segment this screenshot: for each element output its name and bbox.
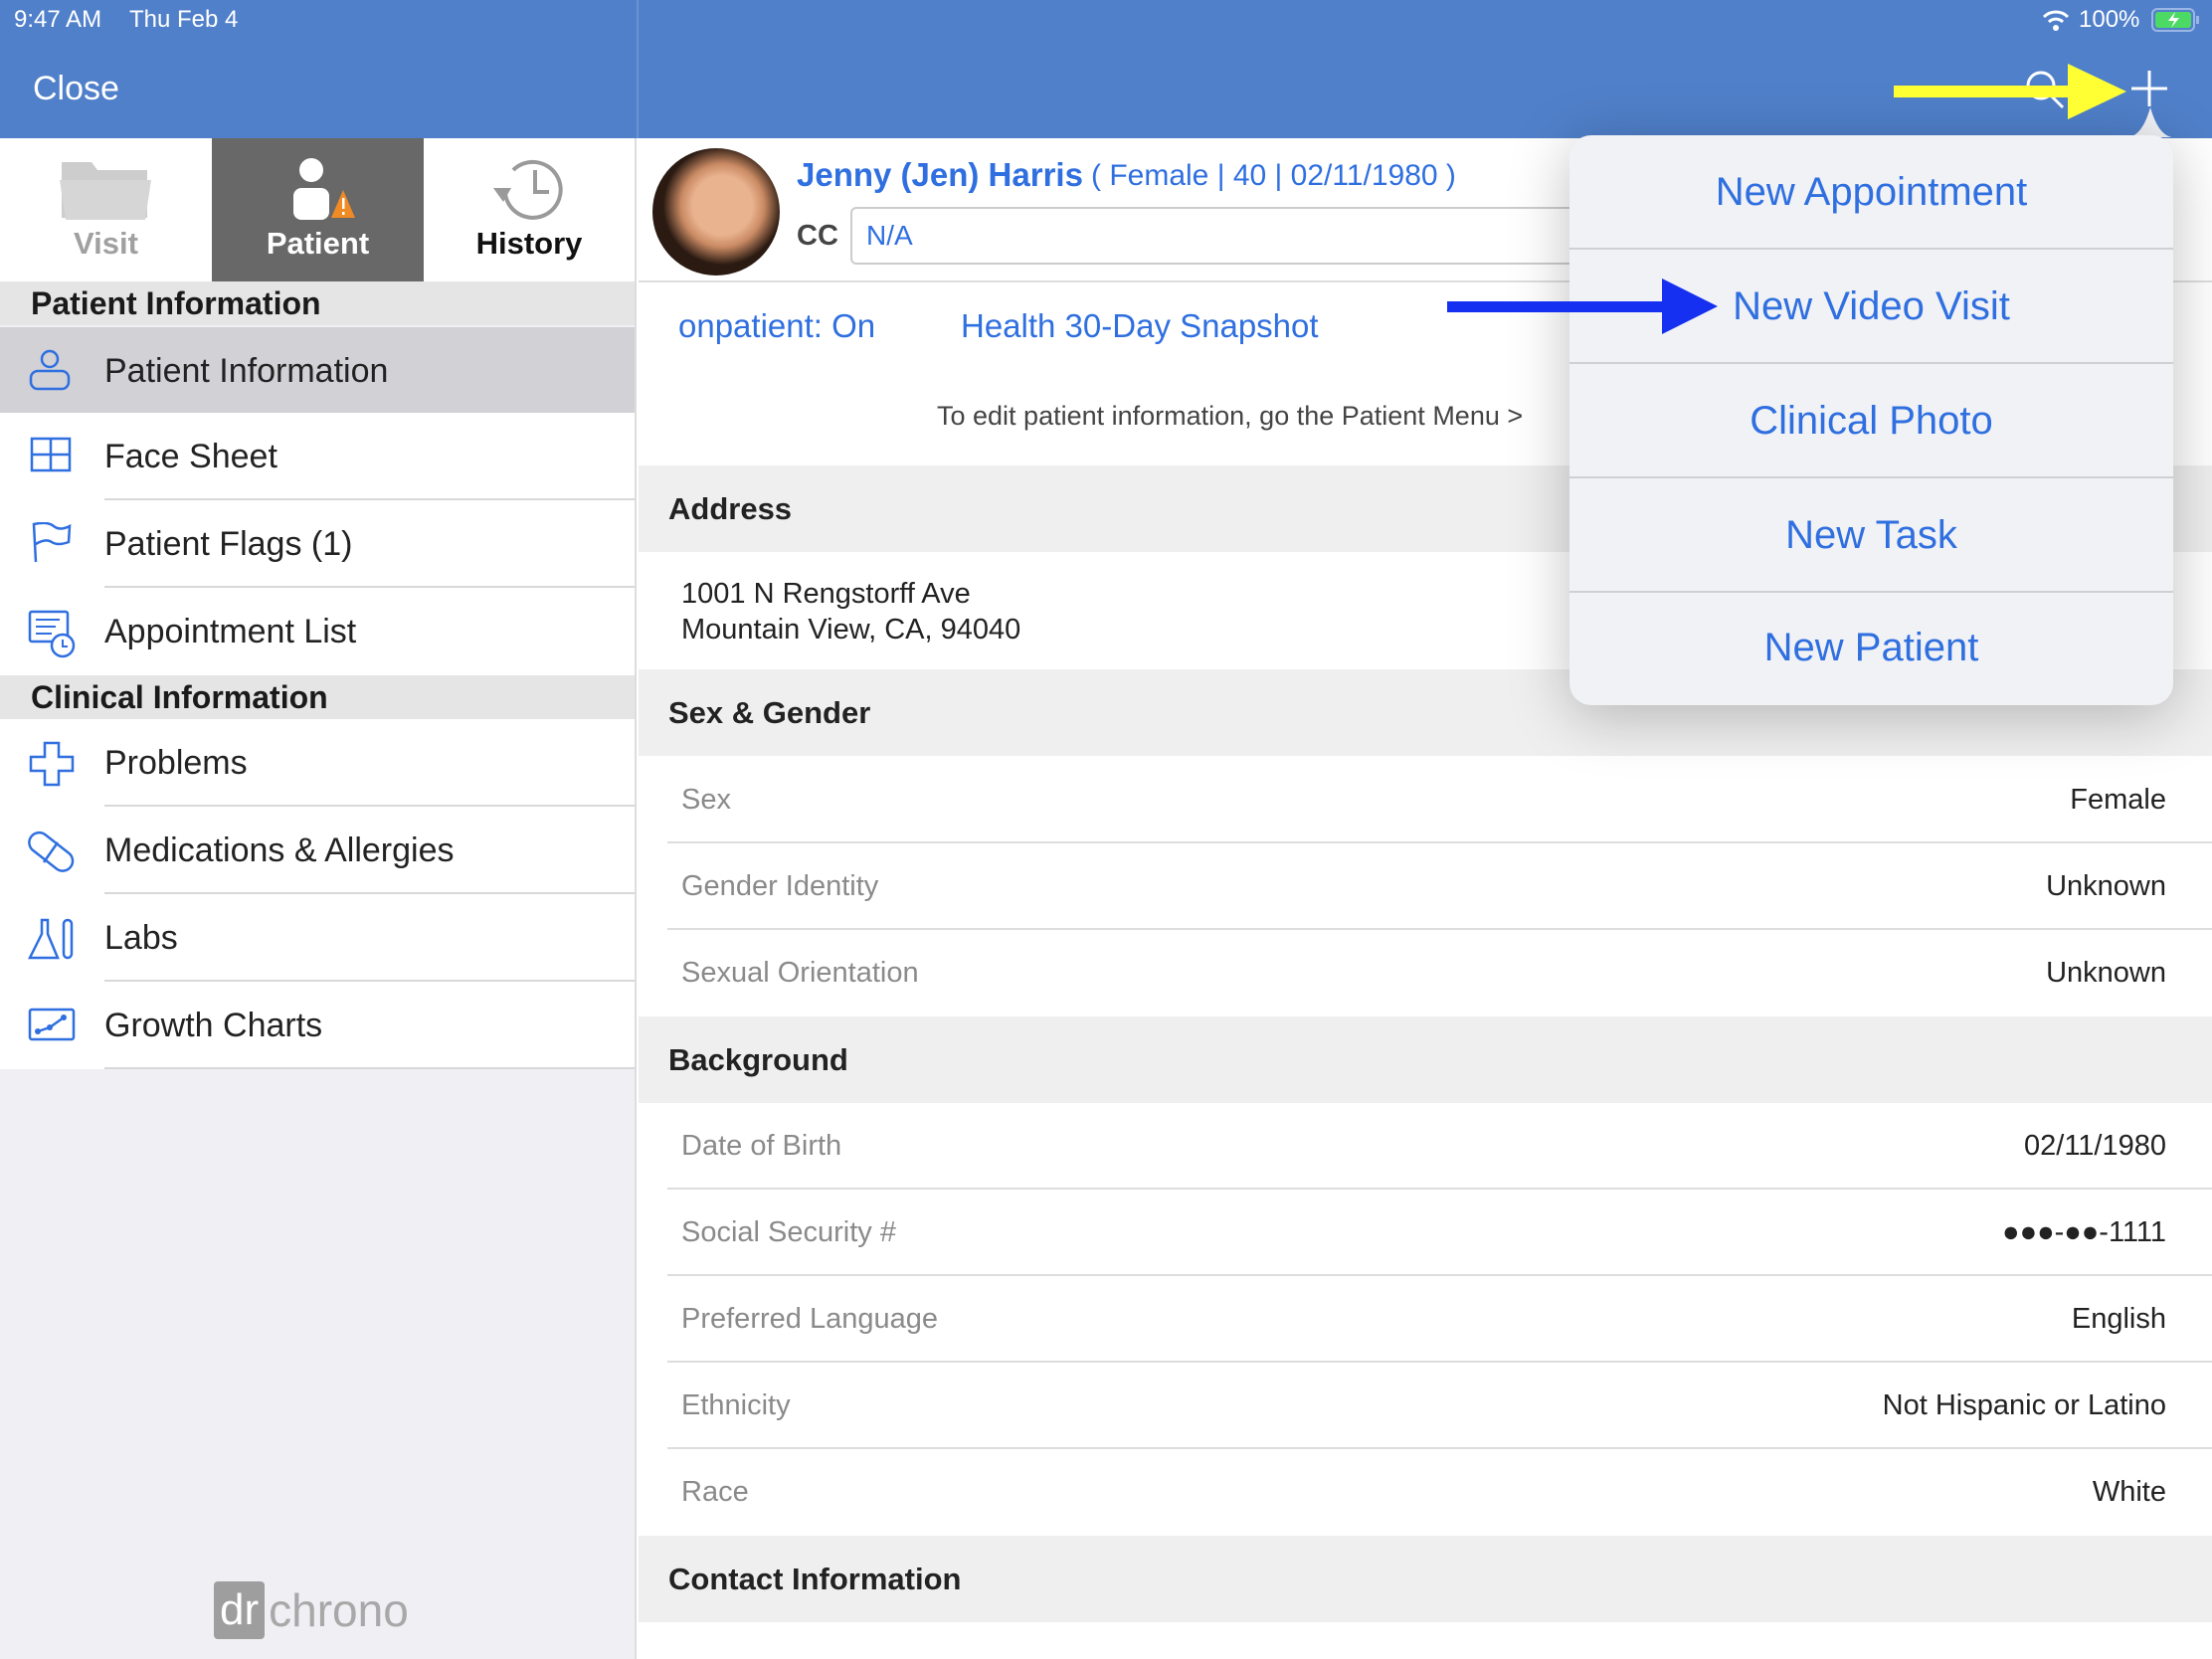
grid-icon <box>30 437 72 472</box>
logo-dr: dr <box>214 1581 266 1639</box>
appointment-list-icon <box>28 610 76 658</box>
health-snapshot-link[interactable]: Health 30-Day Snapshot <box>961 307 1319 345</box>
menu-item-label: Clinical Photo <box>1750 399 1993 443</box>
sidebar-item-label: Face Sheet <box>104 438 277 475</box>
row-sex: Sex Female <box>639 757 2212 843</box>
row-value: Not Hispanic or Latino <box>1882 1389 2166 1421</box>
row-value: English <box>2071 1303 2166 1335</box>
tab-history[interactable]: History <box>424 138 635 281</box>
sidebar-item-label: Medications & Allergies <box>104 831 455 869</box>
blue-annotation-arrow-icon <box>1447 278 1718 334</box>
wifi-icon <box>2042 10 2070 31</box>
sidebar-item-medications-allergies[interactable]: Medications & Allergies <box>0 807 635 894</box>
chart-icon <box>28 1008 76 1041</box>
row-race: Race White <box>639 1449 2212 1536</box>
sidebar-item-label: Labs <box>104 919 178 957</box>
section-header-patient-information: Patient Information <box>0 281 635 325</box>
person-icon <box>29 349 71 391</box>
onpatient-link[interactable]: onpatient: On <box>678 307 875 345</box>
tab-history-label: History <box>475 226 583 261</box>
patient-details[interactable]: ( Female | 40 | 02/11/1980 ) <box>1091 159 1456 193</box>
row-value: Unknown <box>2046 870 2166 902</box>
row-date-of-birth: Date of Birth 02/11/1980 <box>639 1103 2212 1190</box>
row-value: White <box>2092 1476 2166 1508</box>
cross-icon <box>29 741 75 787</box>
address-block: 1001 N Rengstorff Ave Mountain View, CA,… <box>681 576 1020 647</box>
menu-item-label: New Video Visit <box>1733 284 2010 328</box>
yellow-annotation-arrow-icon <box>1894 64 2126 119</box>
sidebar-item-label: Patient Flags (1) <box>104 525 353 563</box>
row-value: Unknown <box>2046 957 2166 989</box>
menu-item-label: New Patient <box>1763 626 1979 669</box>
menu-item-label: New Appointment <box>1715 170 2028 214</box>
row-label: Sexual Orientation <box>681 957 919 989</box>
sidebar-item-label: Patient Information <box>104 352 389 390</box>
flask-icon <box>28 918 74 960</box>
sidebar: Visit Patient History Patient Informatio… <box>0 138 637 1659</box>
tab-patient-label: Patient <box>266 226 370 261</box>
logo-chrono: chrono <box>269 1584 409 1636</box>
patient-avatar[interactable] <box>652 148 780 276</box>
sidebar-item-label: Appointment List <box>104 613 357 650</box>
background-header: Background <box>639 1016 2212 1103</box>
row-label: Race <box>681 1476 749 1508</box>
patient-name[interactable]: Jenny (Jen) Harris <box>797 156 1083 194</box>
row-preferred-language: Preferred Language English <box>639 1276 2212 1363</box>
sidebar-item-labs[interactable]: Labs <box>0 894 635 982</box>
drchrono-logo: dr chrono <box>214 1580 409 1640</box>
row-label: Gender Identity <box>681 870 879 902</box>
cc-label: CC <box>797 220 838 252</box>
row-value: 02/11/1980 <box>2024 1130 2166 1162</box>
sidebar-item-growth-charts[interactable]: Growth Charts <box>0 982 635 1069</box>
pill-icon <box>28 830 75 872</box>
battery-icon <box>2151 8 2199 32</box>
cc-value: N/A <box>866 220 913 251</box>
tab-visit-label: Visit <box>74 226 138 261</box>
menu-item-new-appointment[interactable]: New Appointment <box>1569 135 2173 250</box>
battery-percent: 100% <box>2079 6 2140 33</box>
row-label: Social Security # <box>681 1216 896 1248</box>
sidebar-item-label: Growth Charts <box>104 1007 323 1044</box>
folder-icon <box>60 162 151 220</box>
menu-item-new-task[interactable]: New Task <box>1569 478 2173 593</box>
contact-information-header: Contact Information <box>639 1536 2212 1622</box>
row-label: Date of Birth <box>681 1130 842 1162</box>
row-ssn: Social Security # ●●●-●●-1111 <box>639 1190 2212 1276</box>
address-line2: Mountain View, CA, 94040 <box>681 614 1021 645</box>
row-label: Ethnicity <box>681 1389 791 1421</box>
flag-icon <box>32 522 72 563</box>
tab-patient[interactable]: Patient <box>212 138 424 281</box>
menu-item-new-patient[interactable]: New Patient <box>1569 591 2173 705</box>
status-time: 9:47 AM <box>14 6 102 33</box>
popover-arrow <box>2128 107 2172 137</box>
sidebar-item-patient-flags[interactable]: Patient Flags (1) <box>0 500 635 588</box>
row-label: Sex <box>681 784 731 816</box>
tab-visit[interactable]: Visit <box>0 138 212 281</box>
row-ethnicity: Ethnicity Not Hispanic or Latino <box>639 1363 2212 1449</box>
address-line1: 1001 N Rengstorff Ave <box>681 578 971 610</box>
status-date: Thu Feb 4 <box>129 6 239 33</box>
section-header-clinical-information: Clinical Information <box>0 675 635 719</box>
row-gender-identity: Gender Identity Unknown <box>639 843 2212 930</box>
add-menu-popover: New Appointment New Video Visit Clinical… <box>1569 135 2173 705</box>
close-button[interactable]: Close <box>33 70 119 108</box>
sidebar-item-problems[interactable]: Problems <box>0 719 635 807</box>
menu-item-clinical-photo[interactable]: Clinical Photo <box>1569 364 2173 478</box>
sidebar-item-appointment-list[interactable]: Appointment List <box>0 588 635 675</box>
plus-icon[interactable] <box>2131 71 2167 106</box>
row-label: Preferred Language <box>681 1303 938 1335</box>
row-value: Female <box>2070 784 2166 816</box>
row-sexual-orientation: Sexual Orientation Unknown <box>639 930 2212 1016</box>
split-divider <box>637 0 639 138</box>
sidebar-item-label: Problems <box>104 744 248 782</box>
row-value: ●●●-●●-1111 <box>2002 1216 2166 1248</box>
sidebar-item-face-sheet[interactable]: Face Sheet <box>0 413 635 500</box>
patient-warning-icon <box>293 158 355 220</box>
sidebar-item-patient-information[interactable]: Patient Information <box>0 327 635 415</box>
menu-item-label: New Task <box>1785 513 1957 557</box>
edit-note: To edit patient information, go the Pati… <box>937 401 1524 431</box>
navigation-bar: 9:47 AM Thu Feb 4 100% Close <box>0 0 2212 138</box>
history-icon <box>493 159 563 220</box>
